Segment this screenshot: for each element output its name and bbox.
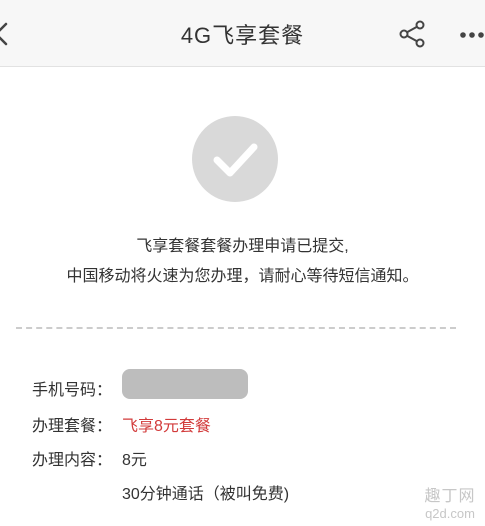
top-bar: 4G飞享套餐 — [0, 0, 485, 67]
watermark-url: q2d.com — [425, 506, 475, 521]
content-value: 8元 — [122, 452, 147, 469]
phone-label: 手机号码： — [32, 382, 113, 399]
check-circle-icon — [192, 116, 278, 202]
watermark-text: 趣丁网 — [424, 488, 476, 505]
plan-value: 飞享8元套餐 — [122, 418, 211, 435]
content-extra: 30分钟通话（被叫免费) — [122, 486, 290, 503]
more-icon[interactable] — [458, 25, 485, 45]
content-row: 办理内容： 8元 — [32, 446, 147, 470]
watermark-logo: 趣丁网 q2d.com — [418, 482, 482, 526]
dashed-divider — [16, 327, 456, 329]
plan-label: 办理套餐： — [32, 418, 113, 435]
content-label: 办理内容： — [32, 452, 113, 469]
success-message-line1: 飞享套餐套餐办理申请已提交, — [136, 238, 349, 255]
phone-number-redacted — [122, 369, 248, 399]
plan-row: 办理套餐： 飞享8元套餐 — [32, 412, 211, 436]
share-icon[interactable] — [398, 19, 428, 49]
phone-row: 手机号码： — [32, 376, 122, 400]
success-message-line2: 中国移动将火速为您办理，请耐心等待短信通知。 — [66, 268, 419, 285]
